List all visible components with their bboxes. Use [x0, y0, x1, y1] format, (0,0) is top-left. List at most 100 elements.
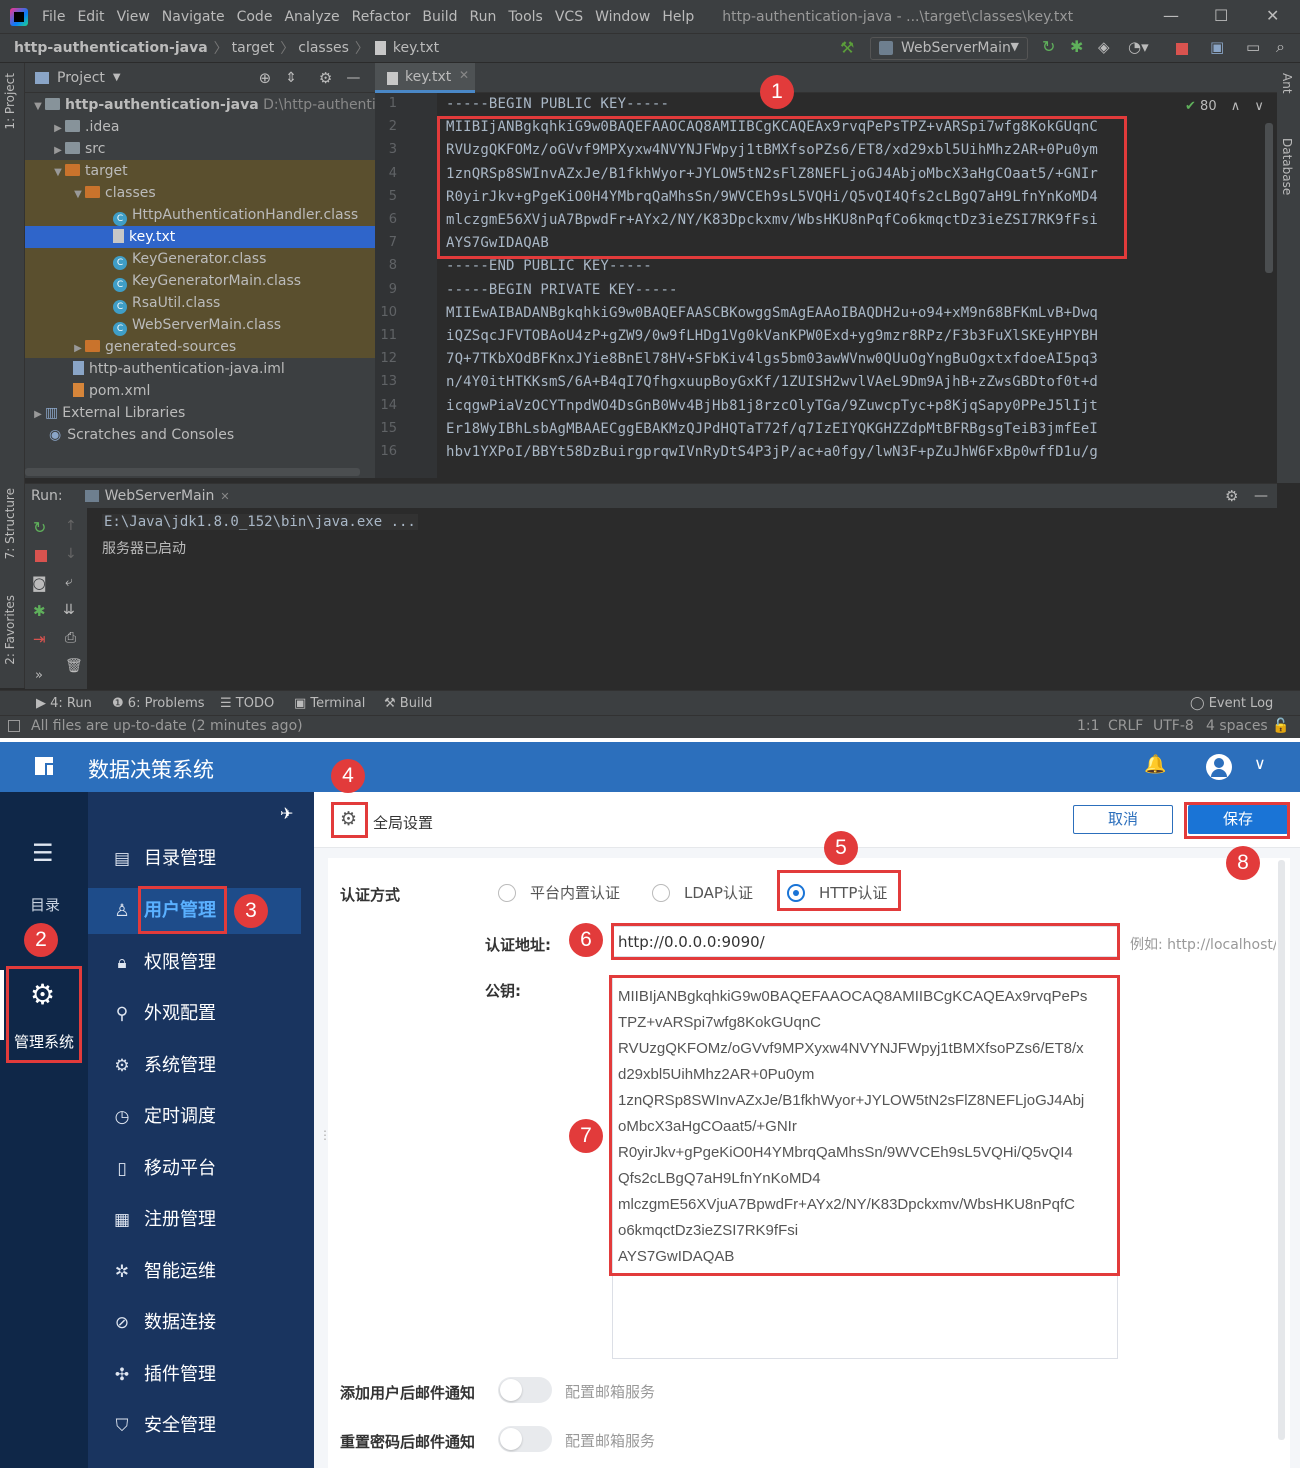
nav-plugin[interactable]: ✣ 插件管理 [112, 1352, 302, 1398]
close-tab-icon[interactable]: ✕ [459, 68, 469, 82]
run-tab-webservermain[interactable]: WebServerMain [105, 488, 215, 504]
menu-run[interactable]: Run [470, 9, 497, 25]
nav-appearance[interactable]: ⚲ 外观配置 [112, 991, 302, 1037]
chevron-down-icon[interactable]: ∨ [1254, 99, 1264, 114]
status-toggle-icon[interactable] [8, 720, 20, 732]
menu-build[interactable]: Build [422, 9, 457, 25]
nav-ops[interactable]: ✲ 智能运维 [112, 1249, 302, 1295]
radio-ldap-auth[interactable]: LDAP认证 [652, 882, 753, 903]
build-hammer-icon[interactable]: ⚒ [840, 38, 854, 57]
menu-edit[interactable]: Edit [77, 9, 104, 25]
tool-tab-terminal[interactable]: ▣ Terminal [294, 696, 365, 711]
nav-catalog[interactable]: 目录 [30, 894, 60, 915]
menu-tools[interactable]: Tools [508, 9, 543, 25]
chevron-up-icon[interactable]: ∧ [1231, 99, 1241, 114]
hide-panel-icon[interactable]: — [346, 70, 360, 86]
cancel-button[interactable]: 取消 [1073, 805, 1173, 834]
nav-register[interactable]: ▦ 注册管理 [112, 1197, 302, 1243]
event-log-tab[interactable]: ◯ Event Log [1190, 696, 1273, 711]
nav-system[interactable]: ⚙ 系统管理 [112, 1043, 302, 1089]
hide-panel-icon[interactable]: — [1254, 488, 1268, 504]
menu-refactor[interactable]: Refactor [352, 9, 411, 25]
run-configuration-select[interactable]: WebServerMain ▼ [870, 37, 1028, 60]
close-window-icon[interactable]: ✕ [1266, 6, 1279, 25]
chevron-down-icon[interactable]: ∨ [1254, 754, 1266, 773]
tree-item-scratches[interactable]: ◉ Scratches and Consoles [25, 424, 375, 446]
side-tab-structure[interactable]: 7: Structure [3, 488, 17, 559]
project-structure-icon[interactable]: ▣ [1210, 38, 1226, 56]
arrow-down-icon[interactable]: ↓ [65, 546, 77, 562]
gear-icon[interactable]: ⚙ [319, 69, 332, 87]
bell-icon[interactable]: 🔔 [1144, 754, 1166, 775]
menu-analyze[interactable]: Analyze [284, 9, 339, 25]
nav-mobile[interactable]: ▯ 移动平台 [112, 1146, 302, 1192]
expand-arrow-icon[interactable]: ▼ [31, 96, 45, 118]
debug-bug-icon[interactable]: ✱ [1070, 37, 1086, 56]
tree-item-file[interactable]: C KeyGeneratorMain.class [25, 270, 375, 292]
breadcrumb-target[interactable]: target [232, 40, 275, 56]
soft-wrap-icon[interactable]: ⤶ [65, 574, 73, 590]
side-tab-ant[interactable]: Ant [1280, 73, 1294, 94]
rerun-icon[interactable]: ↻ [33, 518, 46, 537]
tool-tab-problems[interactable]: ❶ 6: Problems [112, 696, 205, 711]
expand-arrow-icon[interactable]: ▼ [51, 162, 65, 184]
tool-tab-build[interactable]: ⚒ Build [384, 696, 432, 711]
tree-item-file[interactable]: http-authentication-java.iml [25, 358, 375, 380]
radio-builtin-auth[interactable]: 平台内置认证 [498, 882, 620, 903]
collapse-all-icon[interactable]: ⇕ [285, 70, 297, 86]
scroll-to-end-icon[interactable]: ⇊ [63, 602, 75, 618]
camera-icon[interactable]: ◙ [32, 574, 47, 592]
vertical-scrollbar[interactable] [1265, 123, 1273, 273]
nav-permission[interactable]: 🔒︎ 权限管理 [112, 940, 302, 986]
tree-item-file[interactable]: C RsaUtil.class [25, 292, 375, 314]
close-tab-icon[interactable]: ✕ [220, 490, 229, 503]
nav-security[interactable]: ⛉ 安全管理 [112, 1403, 302, 1449]
tool-tab-run[interactable]: ▶ 4: Run [36, 696, 92, 711]
chevron-down-icon[interactable]: ▼ [113, 72, 121, 83]
expand-arrow-icon[interactable]: ▼ [71, 184, 85, 206]
breadcrumb-project[interactable]: http-authentication-java [14, 40, 208, 56]
tree-item-classes[interactable]: ▼ classes [25, 182, 375, 204]
terminal-window-icon[interactable]: ▭ [1246, 38, 1262, 56]
side-tab-project[interactable]: 1: Project [3, 73, 17, 130]
nav-data-connection[interactable]: ⊘ 数据连接 [112, 1300, 302, 1346]
project-view-select[interactable]: Project [57, 70, 105, 86]
inspection-widget[interactable]: ✔ 80 ∧ ∨ [1185, 99, 1264, 114]
tool-tab-todo[interactable]: ☰ TODO [220, 696, 274, 711]
menu-view[interactable]: View [117, 9, 150, 25]
tree-item-target[interactable]: ▼ target [25, 160, 375, 182]
tree-item-src[interactable]: ▶ src [25, 138, 375, 160]
content-scrollbar[interactable] [1278, 860, 1285, 1440]
caret-position[interactable]: 1:1 [1077, 718, 1100, 734]
menu-file[interactable]: File [42, 9, 65, 25]
minimize-icon[interactable]: — [1163, 6, 1179, 25]
search-icon[interactable]: ⌕ [1276, 37, 1292, 56]
mail-reset-password-toggle[interactable] [498, 1426, 552, 1452]
drag-handle-icon[interactable]: ⋮ [319, 1128, 331, 1142]
tree-item-file[interactable]: pom.xml [25, 380, 375, 402]
expand-arrow-icon[interactable]: ▶ [51, 118, 65, 140]
file-encoding[interactable]: UTF-8 [1153, 718, 1194, 734]
expand-arrow-icon[interactable]: ▶ [71, 338, 85, 360]
indent-setting[interactable]: 4 spaces [1206, 718, 1268, 734]
line-separator[interactable]: CRLF [1108, 718, 1143, 734]
profile-icon[interactable]: ◔▾ [1128, 38, 1149, 56]
tree-item-generated-sources[interactable]: ▶ generated-sources [25, 336, 375, 358]
exit-icon[interactable]: ⇥ [33, 630, 46, 648]
side-tab-favorites[interactable]: 2: Favorites [3, 595, 17, 665]
maximize-icon[interactable]: ☐ [1214, 6, 1228, 25]
nav-catalog-manage[interactable]: ▤ 目录管理 [112, 836, 302, 882]
menu-window[interactable]: Window [595, 9, 650, 25]
menu-navigate[interactable]: Navigate [162, 9, 225, 25]
tree-item-idea[interactable]: ▶ .idea [25, 116, 375, 138]
expand-arrow-icon[interactable]: ▶ [51, 140, 65, 162]
rerun-icon[interactable]: ↻ [1042, 37, 1058, 56]
horizontal-scrollbar[interactable] [25, 468, 360, 476]
mail-add-user-toggle[interactable] [498, 1377, 552, 1403]
nav-schedule[interactable]: ◷ 定时调度 [112, 1094, 302, 1140]
stop-icon[interactable] [35, 550, 47, 562]
lock-icon[interactable]: 🔓 [1272, 718, 1289, 734]
menu-help[interactable]: Help [662, 9, 694, 25]
more-icon[interactable]: » [35, 668, 43, 683]
menu-vcs[interactable]: VCS [555, 9, 583, 25]
